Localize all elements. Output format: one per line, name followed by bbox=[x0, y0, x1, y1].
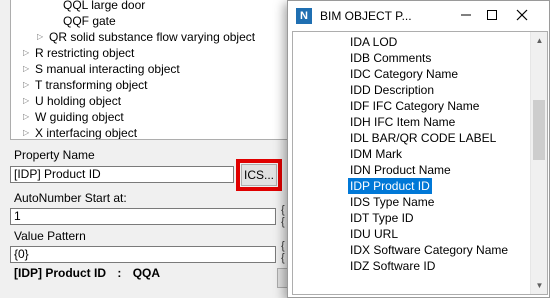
summary-name: [IDP] Product ID bbox=[14, 266, 106, 280]
expand-arrow-icon[interactable]: ▷ bbox=[23, 77, 35, 93]
scroll-thumb[interactable] bbox=[533, 100, 545, 160]
list-item[interactable]: IDM Mark bbox=[348, 146, 404, 162]
tree-item-label: S manual interacting object bbox=[35, 62, 180, 76]
scroll-up-icon[interactable]: ▲ bbox=[531, 32, 547, 49]
autonumber-field[interactable]: 1 bbox=[10, 208, 276, 225]
dialog-title: BIM OBJECT P... bbox=[320, 9, 412, 23]
tree-item-label: QQL large door bbox=[63, 0, 146, 12]
tree-item-label: QR solid substance flow varying object bbox=[49, 30, 256, 44]
tree-item-label: U holding object bbox=[35, 94, 122, 108]
tree-item-label: X interfacing object bbox=[35, 126, 138, 140]
list-item[interactable]: IDC Category Name bbox=[348, 66, 460, 82]
tree-item[interactable]: ▷ R restricting object bbox=[23, 45, 134, 61]
list-item[interactable]: IDL BAR/QR CODE LABEL bbox=[348, 130, 498, 146]
expand-arrow-icon[interactable]: ▷ bbox=[23, 45, 35, 61]
list-item[interactable]: IDA LOD bbox=[348, 34, 399, 50]
list-item[interactable]: IDS Type Name bbox=[348, 194, 436, 210]
list-item[interactable]: IDT Type ID bbox=[348, 210, 416, 226]
tree-item[interactable]: ▷ S manual interacting object bbox=[23, 61, 180, 77]
expand-arrow-icon[interactable]: ▷ bbox=[23, 109, 35, 125]
dialog-titlebar[interactable]: N BIM OBJECT P... bbox=[288, 1, 549, 31]
summary-separator: : bbox=[117, 266, 122, 280]
tree-item[interactable]: ▷ W guiding object bbox=[23, 109, 124, 125]
list-item[interactable]: IDN Product Name bbox=[348, 162, 453, 178]
autonumber-label: AutoNumber Start at: bbox=[14, 191, 127, 205]
tree-item-label: QQF gate bbox=[63, 14, 116, 28]
ics-button[interactable]: ICS... bbox=[241, 164, 277, 186]
tree-item[interactable]: ▷ U holding object bbox=[23, 93, 121, 109]
list-item[interactable]: IDX Software Category Name bbox=[348, 242, 510, 258]
tree-item-label: R restricting object bbox=[35, 46, 135, 60]
list-item[interactable]: IDU URL bbox=[348, 226, 400, 242]
property-summary: [IDP] Product ID : QQA bbox=[14, 266, 160, 280]
tree-item-label: W guiding object bbox=[35, 110, 124, 124]
list-item[interactable]: IDP Product ID bbox=[348, 178, 432, 194]
tree-item[interactable]: ▷ X interfacing object bbox=[23, 125, 138, 140]
list-item[interactable]: IDH IFC Item Name bbox=[348, 114, 457, 130]
tree-item[interactable]: ▷ T transforming object bbox=[23, 77, 148, 93]
object-tree[interactable]: QQL large door QQF gate ▷ QR solid substanc… bbox=[10, 0, 290, 140]
value-pattern-label: Value Pattern bbox=[14, 229, 86, 243]
scroll-down-icon[interactable]: ▼ bbox=[531, 277, 547, 294]
value-pattern-field[interactable]: {0} bbox=[10, 246, 276, 263]
expand-arrow-icon[interactable]: ▷ bbox=[37, 29, 49, 45]
minimize-icon[interactable] bbox=[452, 5, 480, 27]
tree-item[interactable]: QQF gate bbox=[51, 13, 116, 29]
list-item[interactable]: IDD Description bbox=[348, 82, 436, 98]
tree-item-label: T transforming object bbox=[35, 78, 148, 92]
tree-item[interactable]: QQL large door bbox=[51, 0, 145, 13]
expand-arrow-icon[interactable]: ▷ bbox=[23, 93, 35, 109]
brace-glyph: {{ bbox=[281, 204, 285, 228]
app-icon: N bbox=[296, 8, 312, 24]
maximize-icon[interactable] bbox=[478, 5, 506, 27]
list-item[interactable]: IDB Comments bbox=[348, 50, 433, 66]
property-name-label: Property Name bbox=[14, 148, 95, 162]
expand-arrow-icon[interactable]: ▷ bbox=[23, 125, 35, 139]
tree-item[interactable]: ▷ QR solid substance flow varying object bbox=[37, 29, 255, 45]
property-listbox[interactable]: ▲ ▼ IDA LOD IDB Comments IDC Category Name… bbox=[292, 31, 548, 295]
list-scrollbar[interactable]: ▲ ▼ bbox=[530, 32, 547, 294]
property-name-field[interactable]: [IDP] Product ID bbox=[10, 166, 234, 183]
close-icon[interactable] bbox=[508, 5, 536, 27]
list-item[interactable]: IDF IFC Category Name bbox=[348, 98, 481, 114]
brace-glyph-2: {{ bbox=[281, 240, 285, 264]
list-item[interactable]: IDZ Software ID bbox=[348, 258, 437, 274]
bim-object-picker-dialog: N BIM OBJECT P... ▲ ▼ IDA LOD IDB Comment… bbox=[287, 0, 550, 298]
summary-value: QQA bbox=[132, 266, 161, 280]
expand-arrow-icon[interactable]: ▷ bbox=[23, 61, 35, 77]
